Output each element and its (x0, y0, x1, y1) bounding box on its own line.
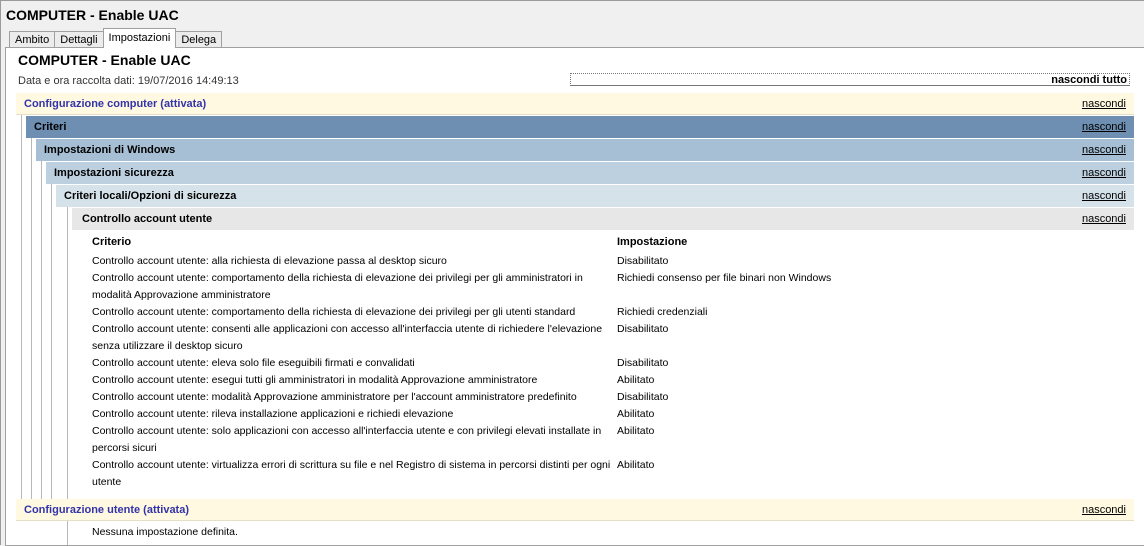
table-row: Controllo account utente: consenti alle … (92, 321, 1132, 355)
policy-name: Controllo account utente: rileva install… (92, 408, 454, 420)
table-row: Controllo account utente: eleva solo fil… (92, 355, 1132, 372)
section-security-settings: Impostazioni sicurezza nascondi (46, 162, 1134, 184)
hide-link[interactable]: nascondi (1082, 185, 1126, 207)
hide-link[interactable]: nascondi (1082, 139, 1126, 161)
policy-setting: Abilitato (617, 425, 655, 437)
hide-link[interactable]: nascondi (1082, 499, 1126, 521)
policy-name: Controllo account utente: comportamento … (92, 272, 583, 301)
table-row: Controllo account utente: modalità Appro… (92, 389, 1132, 406)
tab-bar: Ambito Dettagli Impostazioni Delega (9, 28, 223, 48)
policy-name: Controllo account utente: esegui tutti g… (92, 374, 538, 386)
no-settings-text: Nessuna impostazione definita. (92, 526, 238, 538)
table-row: Controllo account utente: rileva install… (92, 406, 1132, 423)
report-date: Data e ora raccolta dati: 19/07/2016 14:… (18, 75, 239, 87)
column-header-setting: Impostazione (617, 236, 688, 248)
policy-setting: Disabilitato (617, 255, 669, 267)
policy-setting: Disabilitato (617, 391, 669, 403)
section-label: Impostazioni di Windows (44, 144, 176, 156)
section-label: Criteri locali/Opzioni di sicurezza (64, 190, 237, 202)
policy-setting: Abilitato (617, 374, 655, 386)
tree-guide (67, 521, 68, 545)
policy-table: Criterio Impostazione Controllo account … (92, 236, 1132, 491)
tree-guide (51, 184, 52, 499)
report-title: COMPUTER - Enable UAC (18, 52, 191, 68)
section-computer-config: Configurazione computer (attivata) nasco… (16, 93, 1134, 115)
column-header-policy: Criterio (92, 236, 132, 248)
policy-name: Controllo account utente: consenti alle … (92, 323, 603, 352)
tab-delega[interactable]: Delega (175, 31, 223, 48)
table-row: Controllo account utente: comportamento … (92, 270, 1132, 304)
hide-all-link[interactable]: nascondi tutto (570, 73, 1130, 86)
policy-name: Controllo account utente: comportamento … (92, 306, 576, 318)
section-local-policies: Criteri locali/Opzioni di sicurezza nasc… (56, 185, 1134, 207)
tree-guide (41, 161, 42, 499)
tab-impostazioni[interactable]: Impostazioni (102, 28, 177, 48)
section-uac: Controllo account utente nascondi (72, 208, 1134, 230)
policy-setting: Richiedi credenziali (617, 306, 708, 318)
table-row: Controllo account utente: alla richiesta… (92, 253, 1132, 270)
section-label: Configurazione utente (attivata) (24, 504, 190, 516)
policy-name: Controllo account utente: modalità Appro… (92, 391, 577, 403)
hide-link[interactable]: nascondi (1082, 116, 1126, 138)
hide-link[interactable]: nascondi (1082, 162, 1126, 184)
tab-ambito[interactable]: Ambito (9, 31, 56, 48)
tab-dettagli[interactable]: Dettagli (54, 31, 104, 48)
table-row: Controllo account utente: comportamento … (92, 304, 1132, 321)
settings-report-panel: COMPUTER - Enable UAC Data e ora raccolt… (5, 47, 1144, 546)
table-row: Controllo account utente: solo applicazi… (92, 423, 1132, 457)
policy-setting: Disabilitato (617, 323, 669, 335)
section-label: Impostazioni sicurezza (54, 167, 174, 179)
hide-link[interactable]: nascondi (1082, 93, 1126, 115)
section-label: Controllo account utente (82, 213, 213, 225)
tree-guide (21, 115, 22, 499)
policy-setting: Abilitato (617, 408, 655, 420)
policy-setting: Richiedi consenso per file binari non Wi… (617, 272, 832, 284)
section-windows-settings: Impostazioni di Windows nascondi (36, 139, 1134, 161)
policy-setting: Abilitato (617, 459, 655, 471)
policy-name: Controllo account utente: solo applicazi… (92, 425, 602, 454)
section-label: Criteri (34, 121, 67, 133)
table-row: Controllo account utente: esegui tutti g… (92, 372, 1132, 389)
table-row: Controllo account utente: virtualizza er… (92, 457, 1132, 491)
gpo-window: COMPUTER - Enable UAC Ambito Dettagli Im… (0, 0, 1144, 546)
policy-name: Controllo account utente: eleva solo fil… (92, 357, 415, 369)
policy-name: Controllo account utente: virtualizza er… (92, 459, 611, 488)
section-user-config: Configurazione utente (attivata) nascond… (16, 499, 1134, 521)
hide-link[interactable]: nascondi (1082, 208, 1126, 230)
section-criteri: Criteri nascondi (26, 116, 1134, 138)
policy-name: Controllo account utente: alla richiesta… (92, 255, 447, 267)
section-label: Configurazione computer (attivata) (24, 98, 207, 110)
policy-setting: Disabilitato (617, 357, 669, 369)
window-title: COMPUTER - Enable UAC (6, 7, 179, 23)
table-header: Criterio Impostazione (92, 236, 1132, 253)
tree-guide (31, 138, 32, 499)
tree-guide (67, 207, 68, 499)
